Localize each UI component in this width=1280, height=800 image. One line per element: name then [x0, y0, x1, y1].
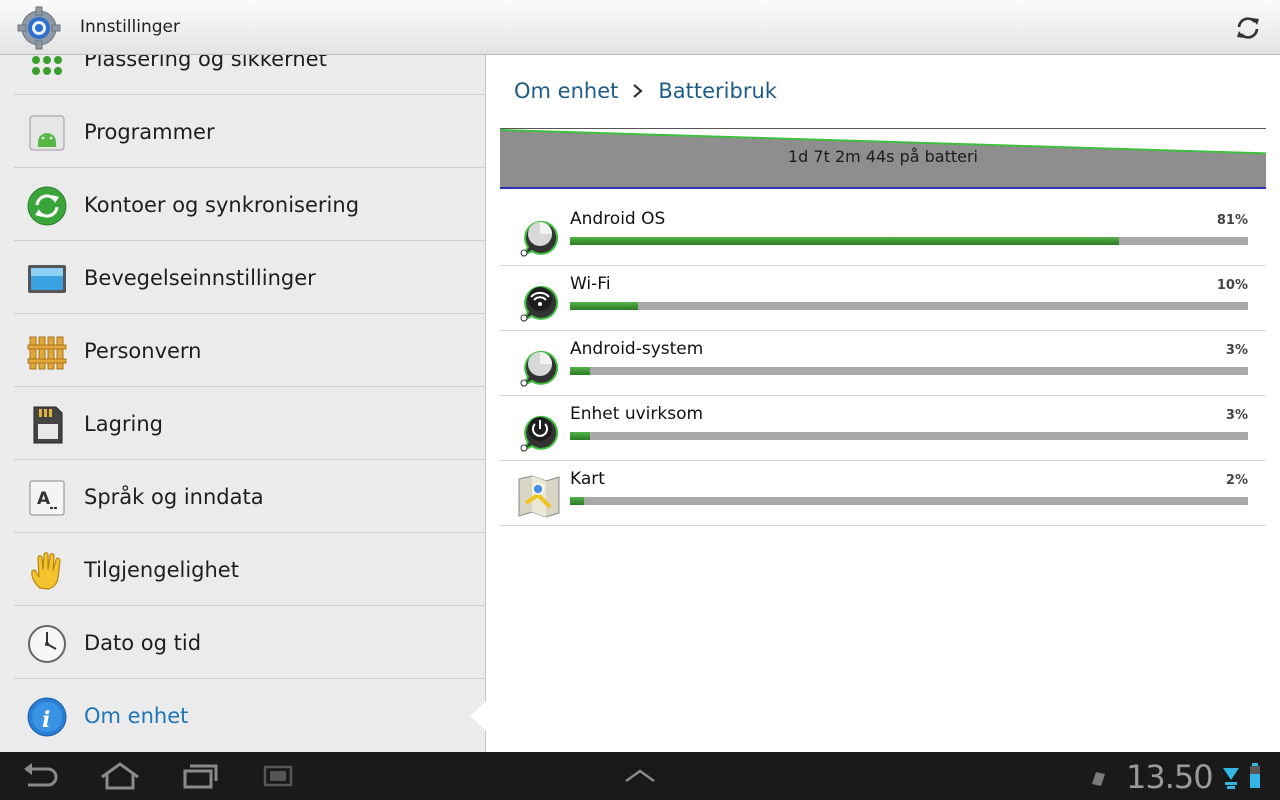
fence-privacy-icon: [27, 336, 67, 370]
svg-text:i: i: [42, 707, 50, 733]
selection-pointer: [470, 700, 487, 732]
usage-bar-fill: [570, 497, 584, 505]
screenshot-icon: [263, 765, 293, 787]
sidebar-item-location-security[interactable]: Plassering og sikkerhet: [14, 55, 485, 95]
battery-time-label: 1d 7t 2m 44s på batteri: [787, 147, 978, 166]
home-button[interactable]: [90, 758, 150, 794]
usage-bar-fill: [570, 432, 591, 440]
sidebar-item-label: Kontoer og synkronisering: [84, 193, 360, 217]
sidebar-item-label: Lagring: [84, 412, 164, 436]
power-icon: [520, 415, 559, 453]
usage-bar-fill: [570, 367, 591, 375]
usage-row-android-os[interactable]: Android OS 81%: [500, 201, 1266, 266]
sidebar-item-date-time[interactable]: Dato og tid: [14, 607, 485, 679]
keyboard-language-icon: A: [29, 480, 65, 516]
sidebar-item-label: Bevegelseinnstillinger: [84, 266, 316, 290]
svg-text:A: A: [37, 489, 51, 509]
android-os-icon: [520, 220, 559, 258]
sidebar-item-about-device[interactable]: i Om enhet: [14, 680, 485, 752]
chevron-right-icon: [632, 79, 644, 103]
action-bar: Innstillinger: [0, 0, 1280, 55]
location-security-icon: [32, 56, 62, 75]
settings-gear-icon[interactable]: [16, 5, 62, 51]
back-icon: [24, 763, 58, 787]
sidebar-item-programmer[interactable]: Programmer: [14, 96, 485, 168]
battery-usage-panel: Om enhet Batteribruk 1d 7t 2m 44s på bat…: [486, 55, 1280, 752]
usage-name: Wi-Fi: [570, 274, 611, 294]
clock-icon: [28, 625, 66, 663]
sidebar-item-language-input[interactable]: A Språk og inndata: [14, 461, 485, 533]
sidebar-item-motion[interactable]: Bevegelseinnstillinger: [14, 242, 485, 314]
app-tray-button[interactable]: [610, 758, 670, 794]
sidebar-item-label: Tilgjengelighet: [84, 558, 239, 582]
app-title: Innstillinger: [80, 17, 180, 37]
back-button[interactable]: [10, 758, 70, 794]
info-icon: i: [27, 697, 67, 737]
sidebar-item-label: Plassering og sikkerhet: [84, 55, 327, 71]
sidebar-item-accounts-sync[interactable]: Kontoer og synkronisering: [14, 169, 485, 241]
usage-row-device-idle[interactable]: Enhet uvirksom 3%: [500, 396, 1266, 461]
hand-accessibility-icon: [31, 552, 61, 590]
sync-icon: [1237, 17, 1259, 39]
motion-tablet-icon: [28, 265, 66, 293]
usage-row-android-system[interactable]: Android-system 3%: [500, 331, 1266, 396]
usage-name: Enhet uvirksom: [570, 404, 704, 424]
usage-bar-fill: [570, 302, 638, 310]
refresh-button[interactable]: [1228, 10, 1268, 46]
wifi-signal-icon: [1223, 768, 1239, 789]
notification-icon[interactable]: [1088, 768, 1108, 788]
sidebar-item-storage[interactable]: Lagring: [14, 388, 485, 460]
breadcrumb-current: Batteribruk: [658, 79, 777, 103]
maps-icon: [518, 475, 560, 518]
system-bar: 13.50: [0, 752, 1280, 800]
usage-row-maps[interactable]: Kart 2%: [500, 461, 1266, 526]
usage-bar: [570, 237, 1248, 245]
home-icon: [101, 762, 139, 790]
recent-apps-button[interactable]: [170, 758, 230, 794]
sidebar-item-label: Personvern: [84, 339, 202, 363]
usage-name: Android-system: [570, 339, 704, 359]
usage-bar: [570, 432, 1248, 440]
battery-icon: [1250, 763, 1260, 788]
usage-percent: 2%: [1225, 473, 1248, 488]
usage-bar: [570, 302, 1248, 310]
usage-name: Android OS: [570, 209, 666, 229]
breadcrumb-parent[interactable]: Om enhet: [514, 79, 618, 103]
chevron-up-icon: [625, 769, 655, 783]
breadcrumb: Om enhet Batteribruk: [514, 79, 777, 103]
sidebar-item-privacy[interactable]: Personvern: [14, 315, 485, 387]
usage-percent: 3%: [1225, 343, 1248, 358]
recent-apps-icon: [183, 764, 218, 789]
sync-accounts-icon: [27, 186, 67, 226]
android-system-icon: [520, 350, 559, 388]
settings-category-list[interactable]: Plassering og sikkerhet Programmer Konto…: [0, 55, 486, 752]
usage-percent: 81%: [1216, 213, 1248, 228]
sidebar-item-accessibility[interactable]: Tilgjengelighet: [14, 534, 485, 606]
usage-percent: 3%: [1225, 408, 1248, 423]
android-apps-icon: [29, 115, 65, 151]
screenshot-button[interactable]: [248, 758, 308, 794]
sd-card-storage-icon: [33, 406, 63, 444]
usage-bar: [570, 367, 1248, 375]
battery-history-graph[interactable]: 1d 7t 2m 44s på batteri: [499, 128, 1267, 190]
sidebar-item-label: Språk og inndata: [84, 485, 264, 509]
usage-row-wifi[interactable]: Wi-Fi 10%: [500, 266, 1266, 331]
sidebar-item-label: Om enhet: [84, 704, 189, 728]
usage-bar-fill: [570, 237, 1120, 245]
usage-percent: 10%: [1216, 278, 1248, 293]
usage-bar: [570, 497, 1248, 505]
wifi-icon: [520, 285, 559, 323]
sidebar-item-label: Programmer: [84, 120, 215, 144]
sidebar-item-label: Dato og tid: [84, 631, 202, 655]
usage-name: Kart: [570, 469, 605, 489]
status-clock[interactable]: 13.50: [1126, 758, 1214, 796]
